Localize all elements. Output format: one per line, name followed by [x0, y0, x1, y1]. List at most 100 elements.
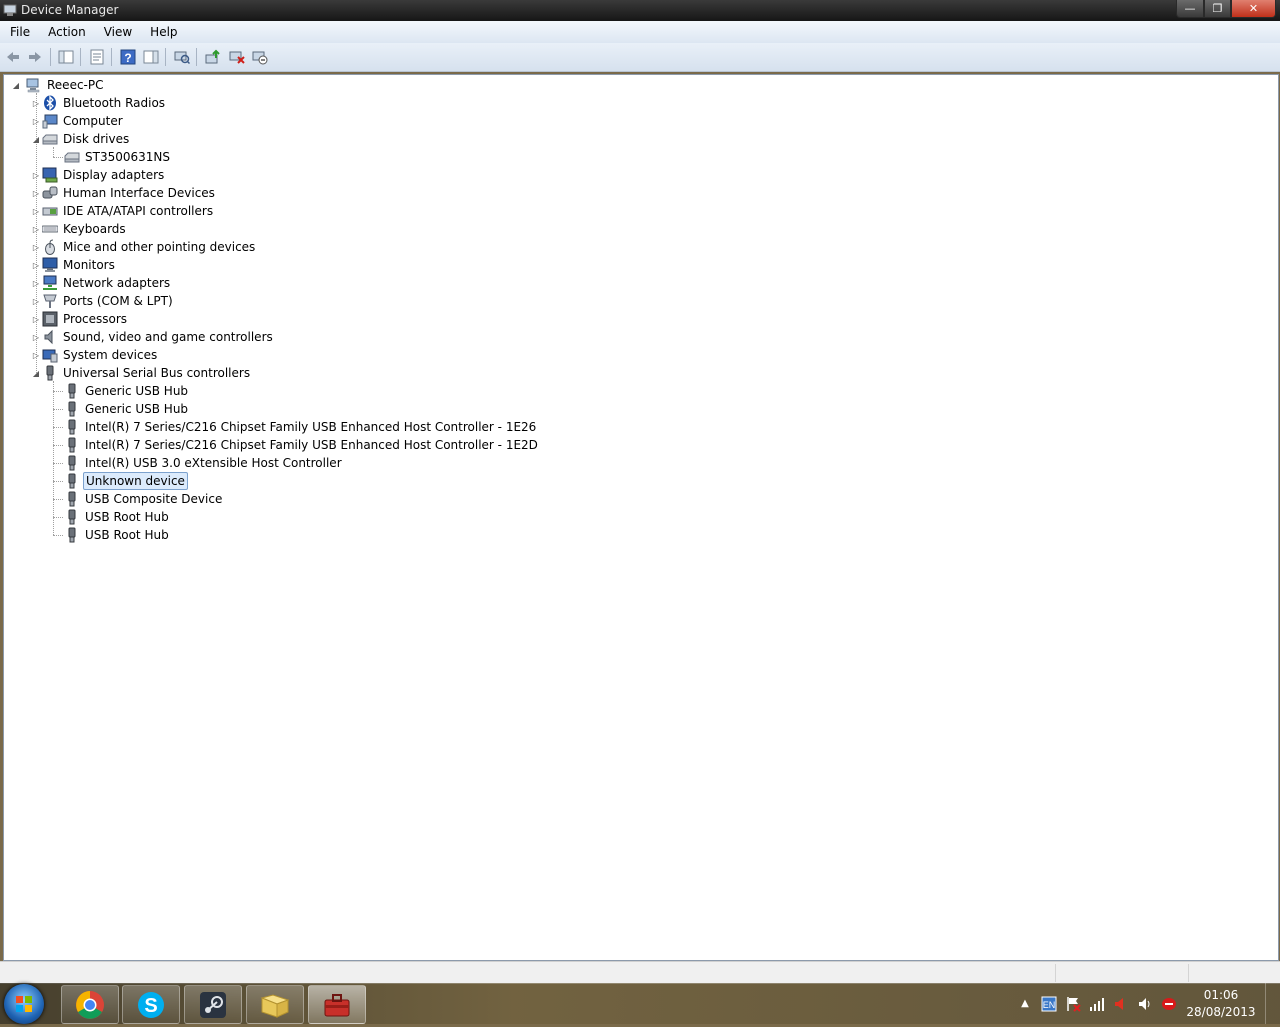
network-signal-icon[interactable] — [1089, 996, 1105, 1012]
taskbar-app-steam[interactable] — [184, 985, 242, 1024]
tree-item-label: Intel(R) 7 Series/C216 Chipset Family US… — [85, 420, 537, 434]
tree-item-label: System devices — [63, 348, 158, 362]
window-title: Device Manager — [21, 3, 119, 17]
expand-arrow-icon[interactable]: ▷ — [30, 297, 42, 306]
tree-item-computer[interactable]: ▷ Computer — [30, 112, 125, 130]
tree-item-system-devices[interactable]: ▷ System devices — [30, 346, 159, 364]
expand-arrow-icon[interactable]: ▷ — [30, 351, 42, 360]
expand-arrow-icon[interactable]: ▷ — [30, 171, 42, 180]
tree-item-human-interface-devices[interactable]: ▷ Human Interface Devices — [30, 184, 217, 202]
expand-arrow-icon[interactable]: ▷ — [30, 333, 42, 342]
show-hidden-icons-arrow-icon[interactable]: ▲ — [1018, 998, 1032, 1009]
tree-item-st3500631ns[interactable]: ST3500631NS — [64, 148, 172, 166]
collapse-arrow-icon[interactable]: ◢ — [30, 135, 42, 144]
system-tray: ▲ EN — [1018, 983, 1177, 1024]
speaker-icon — [42, 329, 58, 345]
toolbar: ? — [0, 43, 1280, 72]
tree-item-processors[interactable]: ▷ Processors — [30, 310, 129, 328]
tree-item-label: Bluetooth Radios — [63, 96, 166, 110]
action-center-flag-icon[interactable] — [1065, 996, 1081, 1012]
display-adapter-icon — [42, 167, 58, 183]
close-button[interactable]: ✕ — [1231, 0, 1276, 18]
system-device-icon — [42, 347, 58, 363]
taskbar-app-skype[interactable]: S — [122, 985, 180, 1024]
usb-plug-icon — [42, 365, 58, 381]
device-tree[interactable]: ◢ Reeec-PC ▷ Bluetooth Radios ▷ Computer… — [3, 74, 1279, 961]
help-button[interactable]: ? — [119, 48, 137, 66]
tree-item-usb-device[interactable]: USB Root Hub — [64, 526, 171, 544]
tree-item-ports[interactable]: ▷ Ports (COM & LPT) — [30, 292, 175, 310]
expand-arrow-icon[interactable]: ▷ — [30, 279, 42, 288]
monitor-icon — [42, 257, 58, 273]
show-hide-console-tree-button[interactable] — [57, 48, 75, 66]
collapse-arrow-icon[interactable]: ◢ — [30, 369, 42, 378]
tree-item-usb-device[interactable]: Intel(R) USB 3.0 eXtensible Host Control… — [64, 454, 344, 472]
back-button[interactable] — [4, 48, 22, 66]
tree-item-usb-controllers[interactable]: ◢ Universal Serial Bus controllers — [30, 364, 252, 382]
update-driver-button[interactable] — [204, 48, 222, 66]
taskbar-app-explorer[interactable] — [246, 985, 304, 1024]
tree-item-label: Disk drives — [63, 132, 130, 146]
expand-arrow-icon[interactable]: ▷ — [30, 189, 42, 198]
menu-help[interactable]: Help — [140, 21, 185, 43]
properties-button[interactable] — [88, 48, 106, 66]
app-tray-icon[interactable] — [1161, 996, 1177, 1012]
tree-item-label: Keyboards — [63, 222, 126, 236]
menu-file[interactable]: File — [0, 21, 38, 43]
tree-item-usb-device[interactable]: Generic USB Hub — [64, 400, 190, 418]
collapse-arrow-icon[interactable]: ◢ — [10, 81, 22, 90]
menu-view[interactable]: View — [94, 21, 140, 43]
tree-item-unknown-device[interactable]: Unknown device — [64, 472, 188, 490]
tree-item-label: ST3500631NS — [85, 150, 170, 164]
tray-clock[interactable]: 01:06 28/08/2013 — [1186, 987, 1256, 1021]
close-icon: ✕ — [1248, 2, 1259, 15]
tree-item-usb-device[interactable]: USB Composite Device — [64, 490, 224, 508]
usb-plug-icon — [64, 383, 80, 399]
tree-item-bluetooth-radios[interactable]: ▷ Bluetooth Radios — [30, 94, 167, 112]
volume-icon[interactable] — [1137, 996, 1153, 1012]
start-button[interactable] — [4, 984, 44, 1024]
show-desktop-button[interactable] — [1265, 983, 1280, 1024]
tree-item-disk-drives[interactable]: ◢ Disk drives — [30, 130, 131, 148]
tree-item-usb-device[interactable]: Generic USB Hub — [64, 382, 190, 400]
title-bar: Device Manager — ❐ ✕ — [0, 0, 1280, 21]
uninstall-button[interactable] — [228, 48, 246, 66]
speaker-muted-icon[interactable] — [1113, 996, 1129, 1012]
expand-arrow-icon[interactable]: ▷ — [30, 117, 42, 126]
usb-plug-icon — [64, 491, 80, 507]
tree-item-display-adapters[interactable]: ▷ Display adapters — [30, 166, 166, 184]
tree-item-usb-device[interactable]: Intel(R) 7 Series/C216 Chipset Family US… — [64, 418, 538, 436]
expand-arrow-icon[interactable]: ▷ — [30, 261, 42, 270]
disk-drive-icon — [42, 131, 58, 147]
tree-item-usb-device[interactable]: USB Root Hub — [64, 508, 171, 526]
taskbar-app-chrome[interactable] — [61, 985, 119, 1024]
menu-action[interactable]: Action — [38, 21, 94, 43]
scan-hardware-changes-button[interactable] — [173, 48, 191, 66]
expand-arrow-icon[interactable]: ▷ — [30, 315, 42, 324]
disable-device-button[interactable] — [251, 48, 269, 66]
expand-arrow-icon[interactable]: ▷ — [30, 225, 42, 234]
tree-item-sound-video-game[interactable]: ▷ Sound, video and game controllers — [30, 328, 275, 346]
taskbar-app-device-manager[interactable] — [308, 985, 366, 1024]
tree-item-usb-device[interactable]: Intel(R) 7 Series/C216 Chipset Family US… — [64, 436, 540, 454]
svg-text:EN: EN — [1043, 1000, 1056, 1010]
expand-arrow-icon[interactable]: ▷ — [30, 243, 42, 252]
tree-item-monitors[interactable]: ▷ Monitors — [30, 256, 117, 274]
expand-arrow-icon[interactable]: ▷ — [30, 99, 42, 108]
hid-icon — [42, 185, 58, 201]
tree-item-label: Mice and other pointing devices — [63, 240, 256, 254]
tree-item-keyboards[interactable]: ▷ Keyboards — [30, 220, 128, 238]
tree-item-mice[interactable]: ▷ Mice and other pointing devices — [30, 238, 257, 256]
tree-item-ide-ata-atapi-controllers[interactable]: ▷ IDE ATA/ATAPI controllers — [30, 202, 215, 220]
maximize-button[interactable]: ❐ — [1204, 0, 1231, 18]
tree-root-label: Reeec-PC — [47, 78, 104, 92]
expand-arrow-icon[interactable]: ▷ — [30, 207, 42, 216]
tree-item-label: Display adapters — [63, 168, 165, 182]
forward-button[interactable] — [26, 48, 44, 66]
tree-item-label: Intel(R) USB 3.0 eXtensible Host Control… — [85, 456, 342, 470]
tree-item-network-adapters[interactable]: ▷ Network adapters — [30, 274, 172, 292]
show-hide-action-pane-button[interactable] — [142, 48, 160, 66]
minimize-button[interactable]: — — [1176, 0, 1204, 18]
language-bar-icon[interactable]: EN — [1041, 996, 1057, 1012]
tree-root[interactable]: ◢ Reeec-PC — [10, 76, 106, 94]
